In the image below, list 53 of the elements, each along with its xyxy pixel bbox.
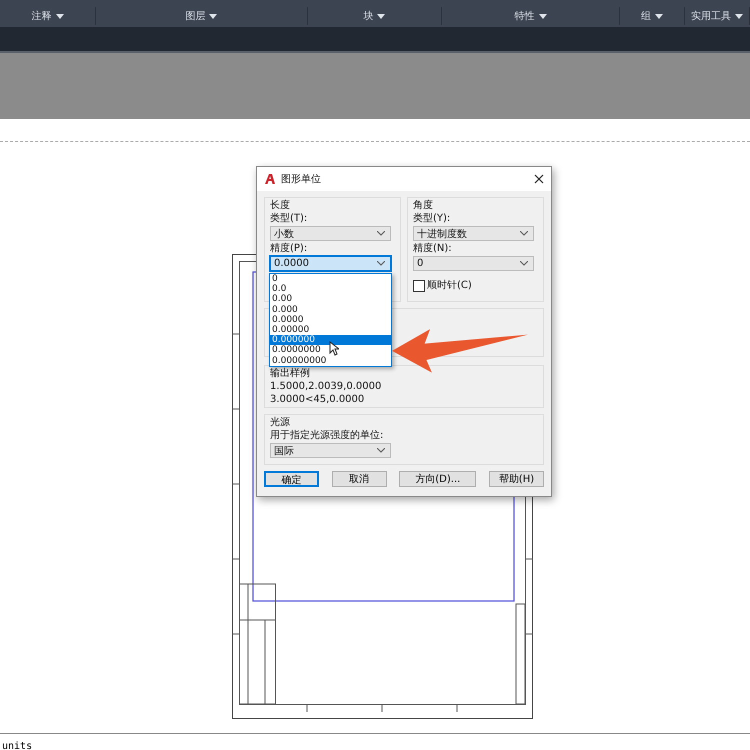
caret-icon bbox=[56, 14, 64, 18]
sample-text: 1.5000,2.0039,0.0000 bbox=[270, 381, 382, 393]
dialog-button[interactable]: 确定 bbox=[264, 471, 319, 487]
caret-icon bbox=[654, 14, 663, 18]
dropdown-option[interactable]: 0.00000000 bbox=[270, 356, 391, 366]
ribbon-panel-label[interactable]: 特性 bbox=[514, 9, 535, 23]
chevron-down-icon bbox=[520, 231, 528, 236]
ribbon-panel-label[interactable]: 块 bbox=[363, 9, 374, 23]
field-label: 类型(T): bbox=[270, 213, 308, 225]
group-heading: 光源 bbox=[270, 417, 291, 429]
precision-dropdown[interactable]: 0.0000 bbox=[270, 256, 391, 271]
chevron-down-icon bbox=[377, 261, 385, 266]
ribbon-panel-label[interactable]: 组 bbox=[640, 9, 651, 23]
dropdown-option[interactable]: 0.00 bbox=[270, 294, 391, 305]
dropdown-option[interactable]: 0.000 bbox=[270, 304, 391, 315]
caret-icon bbox=[734, 14, 743, 18]
dropdown-option[interactable]: 0.0000 bbox=[270, 314, 391, 325]
dropdown-option[interactable]: 0.000000 bbox=[270, 335, 391, 346]
field-label: 用于指定光源强度的单位: bbox=[270, 430, 384, 442]
dropdown-option[interactable]: 0.0000000 bbox=[270, 345, 391, 356]
field-label: 精度(P): bbox=[270, 243, 308, 255]
dialog-button[interactable]: 帮助(H) bbox=[488, 471, 544, 487]
precision-dropdown[interactable]: 0 bbox=[413, 256, 534, 271]
ribbon-panel-label[interactable]: 实用工具 bbox=[690, 9, 731, 23]
caret-icon bbox=[209, 14, 218, 18]
sample-text: 3.0000<45,0.0000 bbox=[270, 394, 366, 406]
caret-icon bbox=[377, 14, 386, 18]
dropdown-option[interactable]: 0.0 bbox=[270, 284, 391, 294]
dialog-button[interactable]: 方向(D)... bbox=[399, 471, 476, 487]
command-line-text: units bbox=[1, 741, 32, 750]
app-logo-icon bbox=[264, 173, 276, 185]
caret-icon bbox=[538, 14, 547, 18]
group-heading: 角度 bbox=[413, 200, 434, 212]
ribbon-panel-label[interactable]: 注释 bbox=[32, 9, 52, 23]
units-dropdown[interactable]: 国际 bbox=[270, 443, 391, 458]
dialog-button[interactable]: 取消 bbox=[332, 471, 387, 487]
field-label: 精度(N): bbox=[413, 243, 453, 255]
ribbon-panel-label[interactable]: 图层 bbox=[185, 9, 206, 23]
chevron-down-icon bbox=[520, 261, 528, 266]
close-icon[interactable] bbox=[534, 174, 544, 184]
type-dropdown[interactable]: 十进制度数 bbox=[413, 226, 534, 241]
dropdown-option[interactable]: 0 bbox=[270, 274, 391, 284]
group-heading: 长度 bbox=[270, 200, 291, 212]
field-label: 类型(Y): bbox=[413, 213, 452, 225]
chevron-down-icon bbox=[377, 231, 385, 236]
dialog-title: 图形单位 bbox=[281, 172, 321, 186]
mouse-pointer-icon bbox=[329, 341, 339, 356]
checkbox[interactable] bbox=[413, 280, 425, 292]
checkbox-label[interactable]: 顺时针(C) bbox=[427, 280, 472, 292]
group-heading: 输出样例 bbox=[270, 368, 311, 380]
chevron-down-icon bbox=[377, 448, 385, 453]
type-dropdown[interactable]: 小数 bbox=[270, 226, 391, 241]
dropdown-option[interactable]: 0.00000 bbox=[270, 324, 391, 336]
